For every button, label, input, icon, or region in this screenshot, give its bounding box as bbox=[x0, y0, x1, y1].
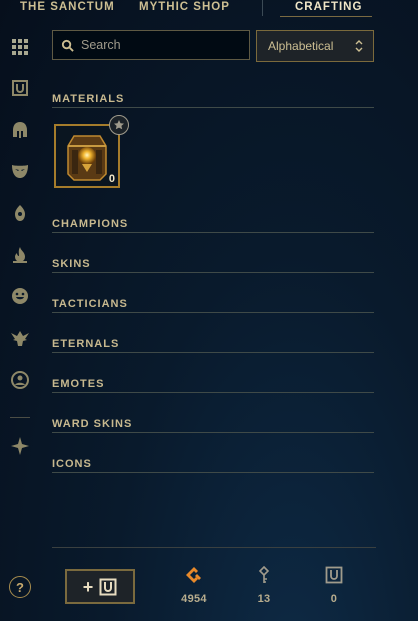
grid-icon[interactable] bbox=[9, 36, 31, 58]
key-currency: 13 bbox=[244, 566, 284, 605]
flame-icon[interactable] bbox=[9, 244, 31, 266]
section-divider bbox=[52, 352, 374, 353]
chest-icon bbox=[325, 566, 343, 584]
search-placeholder: Search bbox=[81, 38, 121, 52]
orange-essence-value: 4954 bbox=[181, 593, 207, 605]
sort-dropdown[interactable]: Alphabetical bbox=[256, 30, 374, 62]
section-materials[interactable]: MATERIALS bbox=[52, 89, 374, 108]
tab-crafting[interactable]: CRAFTING bbox=[295, 1, 362, 13]
section-divider bbox=[52, 392, 374, 393]
section-divider bbox=[52, 432, 374, 433]
ward-icon[interactable] bbox=[9, 202, 31, 224]
add-chest-button[interactable]: + bbox=[65, 569, 135, 604]
section-label: CHAMPIONS bbox=[52, 218, 129, 230]
active-tab-underline bbox=[280, 16, 372, 17]
chest-icon bbox=[99, 578, 117, 595]
emote-face-icon[interactable] bbox=[9, 285, 31, 307]
material-count: 0 bbox=[108, 173, 115, 185]
eternals-icon[interactable] bbox=[9, 327, 31, 349]
chest-value: 0 bbox=[330, 593, 338, 605]
summoner-icon[interactable] bbox=[9, 369, 31, 391]
help-label: ? bbox=[16, 579, 24, 595]
section-icons[interactable]: ICONS bbox=[52, 454, 374, 473]
orange-essence-currency: 4954 bbox=[174, 566, 214, 605]
section-label: ICONS bbox=[52, 458, 92, 470]
chest-currency: 0 bbox=[314, 566, 354, 605]
tab-the-sanctum[interactable]: THE SANCTUM bbox=[20, 1, 115, 13]
tft-icon[interactable] bbox=[9, 435, 31, 457]
section-divider bbox=[52, 107, 374, 108]
section-label: TACTICIANS bbox=[52, 298, 128, 310]
mask-icon[interactable] bbox=[9, 160, 31, 182]
tab-separator bbox=[262, 0, 263, 16]
material-tile[interactable]: 0 bbox=[54, 124, 120, 188]
sidebar-divider bbox=[10, 417, 30, 418]
orange-essence-icon bbox=[186, 567, 201, 583]
section-label: SKINS bbox=[52, 258, 91, 270]
sort-selected-value: Alphabetical bbox=[268, 39, 334, 53]
section-skins[interactable]: SKINS bbox=[52, 254, 374, 273]
category-sidebar bbox=[0, 30, 40, 590]
helmet-icon[interactable] bbox=[9, 119, 31, 141]
section-divider bbox=[52, 272, 374, 273]
section-divider bbox=[52, 472, 374, 473]
tab-mythic-shop[interactable]: MYTHIC SHOP bbox=[139, 1, 230, 13]
section-divider bbox=[52, 232, 374, 233]
section-champions[interactable]: CHAMPIONS bbox=[52, 214, 374, 233]
star-icon bbox=[109, 115, 129, 135]
top-nav: THE SANCTUM MYTHIC SHOP CRAFTING bbox=[0, 0, 418, 17]
section-label: MATERIALS bbox=[52, 93, 125, 105]
section-label: ETERNALS bbox=[52, 338, 120, 350]
plus-label: + bbox=[82, 576, 94, 597]
section-label: WARD SKINS bbox=[52, 418, 133, 430]
key-value: 13 bbox=[257, 593, 271, 605]
section-divider bbox=[52, 312, 374, 313]
help-button[interactable]: ? bbox=[9, 576, 31, 598]
section-label: EMOTES bbox=[52, 378, 105, 390]
chest-icon[interactable] bbox=[9, 77, 31, 99]
chevron-updown-icon bbox=[355, 40, 363, 52]
section-emotes[interactable]: EMOTES bbox=[52, 374, 374, 393]
key-icon bbox=[258, 566, 270, 583]
section-ward-skins[interactable]: WARD SKINS bbox=[52, 414, 374, 433]
section-eternals[interactable]: ETERNALS bbox=[52, 334, 374, 353]
footer-divider bbox=[52, 547, 376, 548]
search-input[interactable]: Search bbox=[52, 30, 250, 60]
section-tacticians[interactable]: TACTICIANS bbox=[52, 294, 374, 313]
search-icon bbox=[61, 39, 74, 52]
